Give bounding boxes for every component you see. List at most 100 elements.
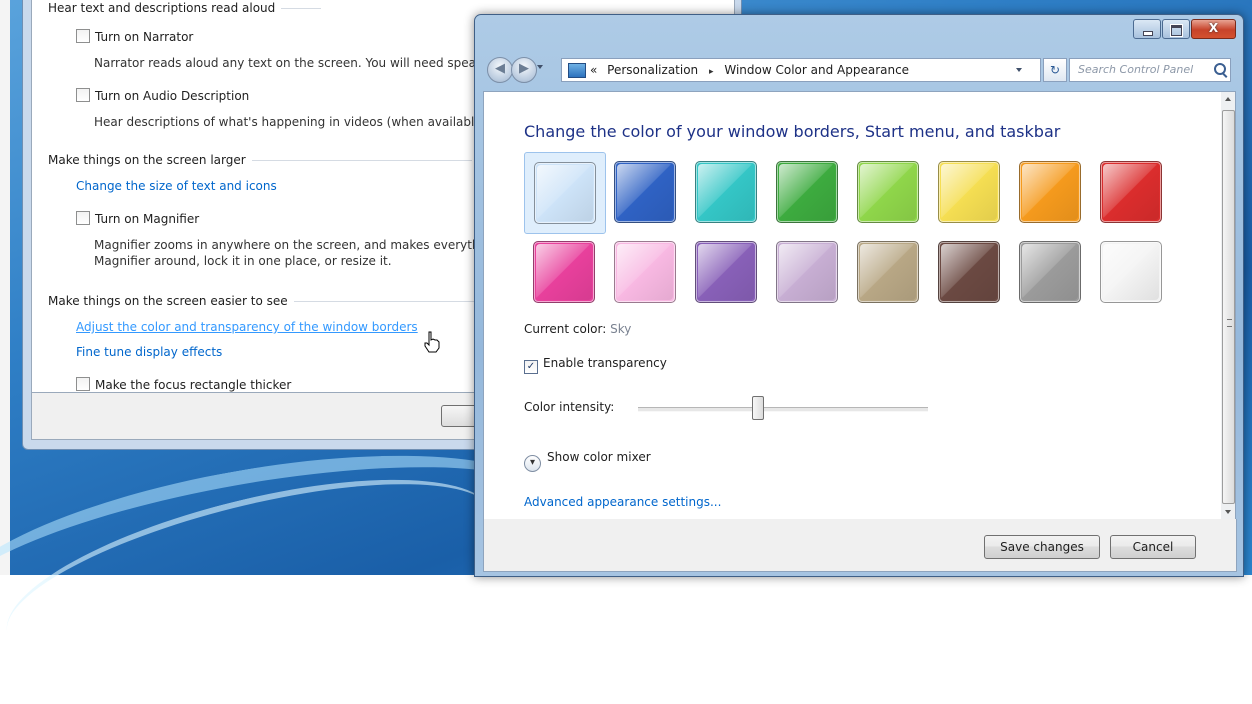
current-color: Current color: Sky: [524, 322, 631, 336]
color-swatch[interactable]: [524, 152, 606, 234]
control-panel-icon: [568, 63, 586, 78]
scrollbar-grip-icon: [1227, 319, 1232, 327]
navigation-bar: ◀ ▶ « Personalization ▸ Window Color and…: [483, 55, 1235, 85]
color-swatch-tile: [614, 241, 676, 303]
magnifier-description: Magnifier zooms in anywhere on the scree…: [94, 238, 491, 252]
color-swatch[interactable]: [929, 232, 1009, 312]
window-color-and-appearance-window: X ◀ ▶ « Personalization ▸ Window Color a…: [474, 14, 1244, 577]
narrator-label: Turn on Narrator: [95, 30, 194, 44]
section-rule: [293, 301, 474, 302]
refresh-button[interactable]: ↻: [1043, 58, 1067, 82]
transparency-label: Enable transparency: [543, 356, 667, 370]
page-title: Change the color of your window borders,…: [524, 122, 1061, 141]
forward-button[interactable]: ▶: [511, 57, 537, 83]
scroll-down-icon[interactable]: [1225, 510, 1231, 514]
color-swatch-tile: [1019, 161, 1081, 223]
breadcrumb-personalization[interactable]: Personalization: [607, 63, 698, 77]
section-header-label: Make things on the screen larger: [48, 153, 246, 167]
refresh-icon: ↻: [1049, 63, 1061, 77]
search-input[interactable]: Search Control Panel: [1069, 58, 1231, 82]
section-header: Make things on the screen larger: [48, 153, 472, 167]
focus-rectangle-checkbox-row[interactable]: Make the focus rectangle thicker: [76, 377, 291, 392]
magnifier-checkbox-row[interactable]: Turn on Magnifier: [76, 211, 199, 226]
color-swatch[interactable]: [524, 232, 604, 312]
caption-buttons: X: [1132, 19, 1236, 39]
breadcrumb-separator-icon[interactable]: ▸: [709, 67, 714, 77]
search-placeholder: Search Control Panel: [1078, 63, 1194, 76]
color-swatch[interactable]: [848, 232, 928, 312]
adjust-color-link[interactable]: Adjust the color and transparency of the…: [76, 319, 418, 335]
color-mixer-label: Show color mixer: [547, 450, 651, 464]
focus-rectangle-label: Make the focus rectangle thicker: [95, 378, 292, 392]
color-swatch-tile: [1100, 241, 1162, 303]
hand-cursor-icon: [424, 331, 440, 353]
address-bar[interactable]: « Personalization ▸ Window Color and App…: [561, 58, 1041, 82]
breadcrumb-overflow[interactable]: «: [590, 63, 597, 77]
narrator-description: Narrator reads aloud any text on the scr…: [94, 56, 490, 70]
narrator-checkbox-row[interactable]: Turn on Narrator: [76, 29, 193, 44]
close-icon: X: [1208, 21, 1219, 35]
color-swatch-tile: [938, 241, 1000, 303]
color-swatch[interactable]: [1010, 152, 1090, 232]
color-intensity-slider[interactable]: [638, 407, 928, 412]
fine-tune-link[interactable]: Fine tune display effects: [76, 344, 222, 360]
section-rule: [281, 8, 322, 9]
audio-description-checkbox[interactable]: [76, 88, 90, 102]
magnifier-label: Turn on Magnifier: [95, 212, 200, 226]
address-dropdown-icon[interactable]: [1016, 68, 1022, 72]
save-changes-button[interactable]: Save changes: [984, 535, 1100, 559]
scrollbar-thumb[interactable]: [1222, 110, 1235, 504]
color-swatch[interactable]: [767, 232, 847, 312]
vertical-scrollbar[interactable]: [1221, 91, 1236, 520]
color-swatch-tile: [938, 161, 1000, 223]
scroll-up-icon[interactable]: [1225, 97, 1231, 101]
color-swatch-tile: [534, 162, 596, 224]
color-swatch[interactable]: [1091, 152, 1171, 232]
back-arrow-icon: ◀: [495, 61, 505, 76]
color-swatch[interactable]: [848, 152, 928, 232]
current-color-value: Sky: [610, 322, 632, 336]
magnifier-description: Magnifier around, lock it in one place, …: [94, 254, 392, 268]
advanced-appearance-link[interactable]: Advanced appearance settings...: [524, 495, 721, 509]
section-header: Hear text and descriptions read aloud: [48, 1, 322, 15]
text-size-link[interactable]: Change the size of text and icons: [76, 178, 277, 194]
color-swatch[interactable]: [929, 152, 1009, 232]
focus-rectangle-checkbox[interactable]: [76, 377, 90, 391]
color-swatch-tile: [1019, 241, 1081, 303]
maximize-button[interactable]: [1162, 19, 1190, 39]
back-button[interactable]: ◀: [487, 57, 513, 83]
audio-description-checkbox-row[interactable]: Turn on Audio Description: [76, 88, 249, 103]
section-rule: [251, 160, 472, 161]
chevron-down-icon[interactable]: ▾: [524, 455, 541, 472]
color-swatch[interactable]: [767, 152, 847, 232]
search-icon[interactable]: [1214, 63, 1226, 75]
minimize-button[interactable]: [1133, 19, 1161, 39]
section-header: Make things on the screen easier to see: [48, 294, 474, 308]
color-swatch-tile: [614, 161, 676, 223]
breadcrumb-window-color[interactable]: Window Color and Appearance: [724, 63, 909, 77]
color-swatch[interactable]: [686, 152, 766, 232]
desktop-edge: [0, 0, 10, 575]
color-swatch[interactable]: [686, 232, 766, 312]
cancel-button[interactable]: Cancel: [1110, 535, 1196, 559]
forward-arrow-icon: ▶: [519, 61, 529, 76]
color-intensity-thumb[interactable]: [751, 396, 764, 420]
color-swatch[interactable]: [1091, 232, 1171, 312]
transparency-checkbox[interactable]: ✓: [524, 360, 538, 374]
color-swatch-tile: [776, 161, 838, 223]
color-swatch[interactable]: [605, 152, 685, 232]
recent-pages-dropdown[interactable]: [537, 65, 543, 69]
color-swatch-tile: [695, 161, 757, 223]
color-swatch[interactable]: [1010, 232, 1090, 312]
breadcrumb: « Personalization ▸ Window Color and App…: [590, 59, 909, 83]
transparency-checkbox-row[interactable]: ✓ Enable transparency: [524, 356, 667, 374]
dialog-footer: Save changes Cancel: [483, 519, 1237, 572]
close-button[interactable]: X: [1191, 19, 1236, 39]
current-color-label: Current color:: [524, 322, 607, 336]
color-mixer-toggle[interactable]: ▾ Show color mixer: [524, 450, 651, 472]
section-header-label: Hear text and descriptions read aloud: [48, 1, 276, 15]
magnifier-checkbox[interactable]: [76, 211, 90, 225]
color-intensity-label: Color intensity:: [524, 400, 615, 414]
narrator-checkbox[interactable]: [76, 29, 90, 43]
color-swatch[interactable]: [605, 232, 685, 312]
